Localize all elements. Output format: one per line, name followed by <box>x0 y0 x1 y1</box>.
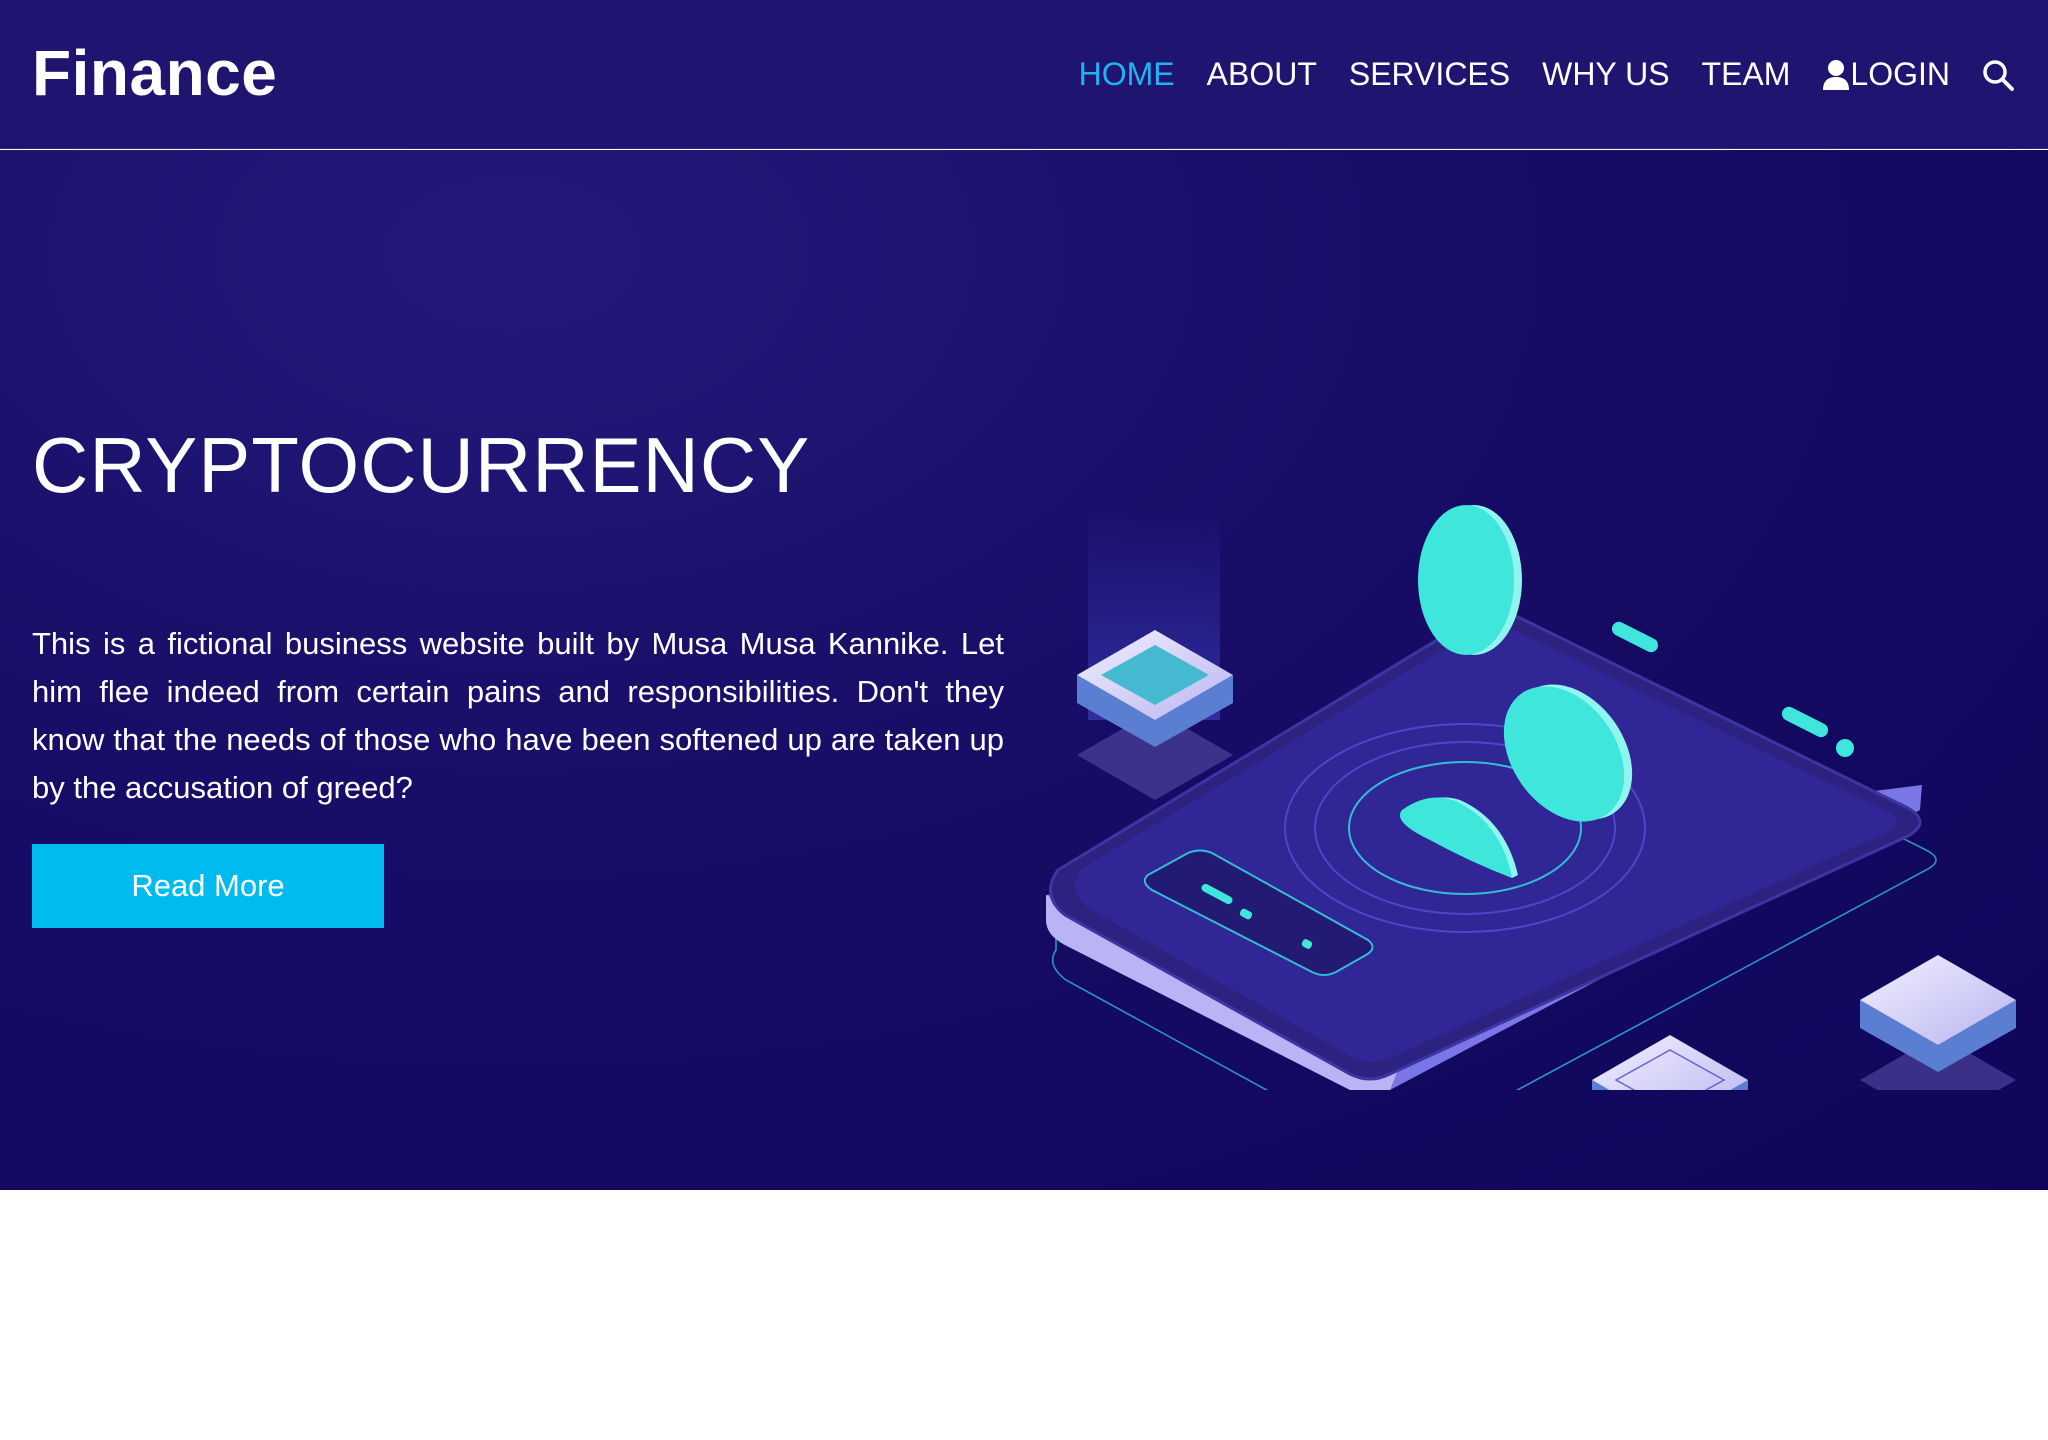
hero-description: This is a fictional business website bui… <box>32 626 1004 805</box>
page: Finance HOME ABOUT SERVICES WHY US TEAM … <box>0 0 2048 1440</box>
nav-about[interactable]: ABOUT <box>1207 56 1317 93</box>
nav-services[interactable]: SERVICES <box>1349 56 1510 93</box>
read-more-button[interactable]: Read More <box>32 844 384 928</box>
hero-title: CRYPTOCURRENCY <box>32 421 811 509</box>
nav-team[interactable]: TEAM <box>1702 56 1791 93</box>
main-nav: HOME ABOUT SERVICES WHY US TEAM LOGIN <box>1047 0 2014 149</box>
crypto-phone-illustration <box>1046 505 2016 1090</box>
site-header: Finance HOME ABOUT SERVICES WHY US TEAM … <box>0 0 2048 149</box>
nav-home[interactable]: HOME <box>1079 56 1175 93</box>
search-icon <box>1982 59 2014 91</box>
login-label: LOGIN <box>1850 56 1950 92</box>
search-button[interactable] <box>1982 59 2014 91</box>
nav-why-us[interactable]: WHY US <box>1542 56 1669 93</box>
brand-logo[interactable]: Finance <box>32 36 277 110</box>
user-icon <box>1822 59 1850 91</box>
nav-login[interactable]: LOGIN <box>1822 56 1950 93</box>
hero-section: CRYPTOCURRENCY This is a fictional busin… <box>0 150 2048 1190</box>
